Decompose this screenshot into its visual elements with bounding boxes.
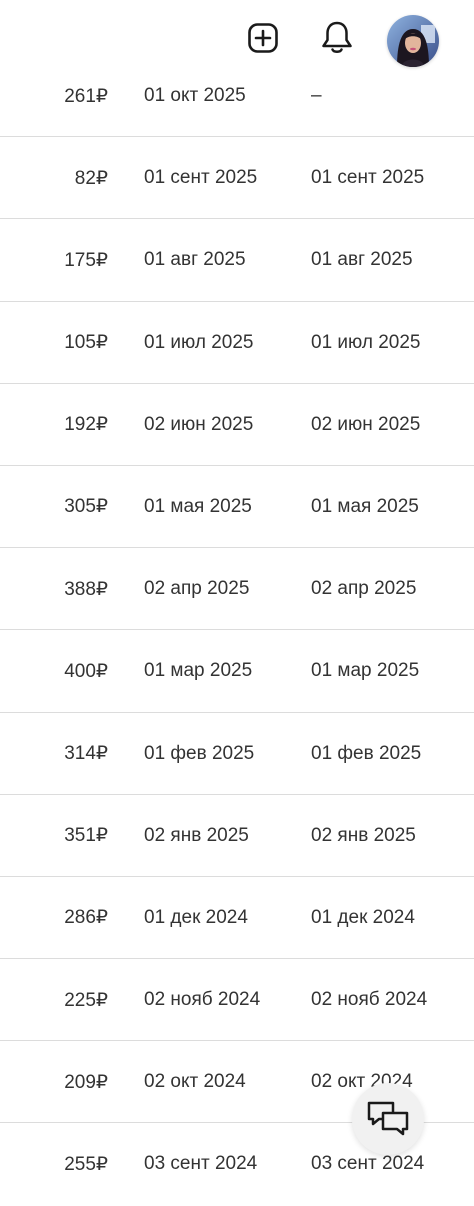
table-row[interactable]: 225₽ 02 нояб 2024 02 нояб 2024 [0, 959, 474, 1042]
charge-date-cell: 02 апр 2025 [144, 578, 250, 600]
charge-date-cell: 02 янв 2025 [144, 824, 249, 846]
table-row[interactable]: 400₽ 01 мар 2025 01 мар 2025 [0, 630, 474, 713]
charge-date-cell: 02 окт 2024 [144, 1071, 246, 1093]
charge-date-cell: 01 июл 2025 [144, 331, 254, 353]
charge-date-cell: 02 нояб 2024 [144, 989, 261, 1011]
charge-date-cell: 02 июн 2025 [144, 413, 254, 435]
add-button[interactable] [245, 20, 281, 56]
table-row[interactable]: 82₽ 01 сент 2025 01 сент 2025 [0, 137, 474, 220]
charge-date-cell: 01 дек 2024 [144, 906, 248, 928]
amount-cell: 175₽ [64, 249, 108, 271]
charge-date-cell: 01 фев 2025 [144, 742, 255, 764]
paid-date-cell: 02 янв 2025 [311, 824, 416, 846]
table-row[interactable]: 314₽ 01 фев 2025 01 фев 2025 [0, 713, 474, 795]
table-row[interactable]: 351₽ 02 янв 2025 02 янв 2025 [0, 795, 474, 877]
table-row[interactable]: 192₽ 02 июн 2025 02 июн 2025 [0, 384, 474, 466]
amount-cell: 209₽ [64, 1071, 108, 1093]
paid-date-cell: 01 мая 2025 [311, 495, 419, 517]
table-row[interactable]: 105₽ 01 июл 2025 01 июл 2025 [0, 302, 474, 384]
table-row[interactable]: 305₽ 01 мая 2025 01 мая 2025 [0, 466, 474, 549]
charge-date-cell: 01 мар 2025 [144, 660, 253, 682]
charge-date-cell: 01 мая 2025 [144, 495, 252, 517]
table-row[interactable]: 286₽ 01 дек 2024 01 дек 2024 [0, 877, 474, 960]
top-bar [0, 0, 474, 72]
amount-cell: 400₽ [64, 660, 108, 682]
amount-cell: 351₽ [64, 825, 108, 847]
paid-date-cell: 02 апр 2025 [311, 578, 417, 600]
amount-cell: 82₽ [74, 167, 108, 189]
paid-date-cell: 01 июл 2025 [311, 331, 421, 353]
chat-button[interactable] [352, 1083, 424, 1155]
paid-date-cell: 02 июн 2025 [311, 413, 421, 435]
table-row[interactable]: 175₽ 01 авг 2025 01 авг 2025 [0, 219, 474, 302]
amount-cell: 225₽ [64, 989, 108, 1011]
paid-date-cell: 01 авг 2025 [311, 249, 413, 271]
amount-cell: 286₽ [64, 907, 108, 929]
amount-cell: 314₽ [64, 743, 108, 764]
paid-date-cell: 02 нояб 2024 [311, 989, 428, 1011]
paid-date-cell: 01 сент 2025 [311, 167, 425, 189]
charge-date-cell: 03 сент 2024 [144, 1153, 258, 1175]
amount-cell: 305₽ [64, 496, 108, 518]
notifications-button[interactable] [318, 18, 356, 58]
table-row[interactable]: 388₽ 02 апр 2025 02 апр 2025 [0, 548, 474, 631]
add-square-icon [248, 23, 278, 53]
avatar-image [387, 15, 439, 67]
amount-cell: 192₽ [64, 414, 108, 436]
charge-date-cell: 01 авг 2025 [144, 249, 246, 271]
charge-date-cell: 01 сент 2025 [144, 167, 258, 189]
amount-cell: 388₽ [64, 578, 108, 600]
payments-table: 261₽ 01 окт 2025–82₽ 01 сент 2025 01 сент 2… [0, 55, 474, 1206]
paid-date-cell: 01 фев 2025 [311, 742, 422, 764]
amount-cell: 105₽ [64, 332, 108, 354]
paid-date-cell: 01 мар 2025 [311, 660, 420, 682]
chat-bubbles-icon [367, 1101, 409, 1136]
amount-cell: 255₽ [64, 1153, 108, 1175]
avatar[interactable] [387, 15, 439, 67]
paid-date-cell: 01 дек 2024 [311, 906, 415, 928]
bell-icon [322, 21, 352, 53]
